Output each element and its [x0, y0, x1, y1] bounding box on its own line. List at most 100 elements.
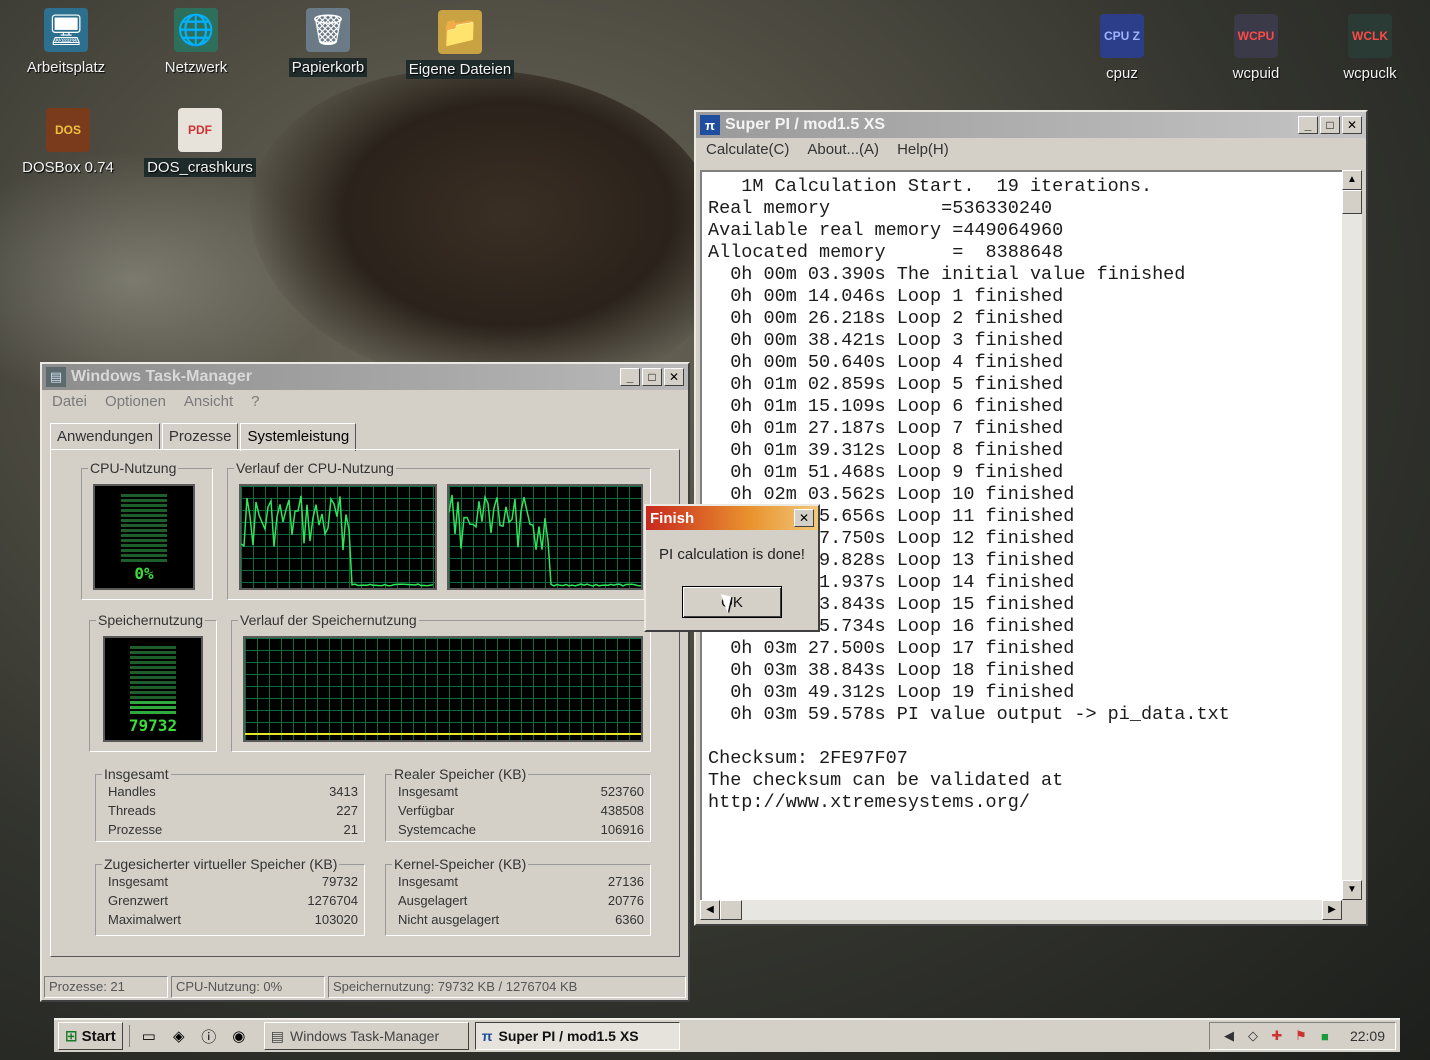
cpu-meter-value: 0%	[134, 564, 154, 583]
maximize-button[interactable]: □	[642, 368, 662, 386]
tab-prozesse[interactable]: Prozesse	[161, 423, 239, 449]
console-line: 0h 00m 26.218s Loop 2 finished	[708, 308, 1064, 329]
pi-icon: π	[481, 1028, 493, 1044]
desktop-icon-eigene-dateien[interactable]: 📁 Eigene Dateien	[400, 10, 520, 79]
wcpuid-icon: WCPU	[1234, 14, 1278, 58]
recycle-bin-icon: 🗑	[306, 8, 350, 52]
stat-row: Ausgelagert 20776	[398, 893, 644, 908]
stat-row: Nicht ausgelagert 6360	[398, 912, 644, 927]
taskmanager-window[interactable]: ▤ Windows Task-Manager _ □ ✕ Datei Optio…	[40, 362, 690, 1002]
window-title: Super PI / mod1.5 XS	[725, 116, 886, 133]
network-tray-icon[interactable]: ◇	[1244, 1027, 1262, 1045]
dialog-message: PI calculation is done!	[659, 546, 805, 563]
console-line: 0h 03m 59.578s PI value output -> pi_dat…	[708, 704, 1230, 725]
superpi-menubar: Calculate(C) About...(A) Help(H)	[696, 138, 1366, 161]
desktop-icon-label: DOS_crashkurs	[144, 158, 256, 177]
taskbar-button-taskmanager[interactable]: ▤ Windows Task-Manager	[263, 1022, 469, 1050]
taskmanager-icon: ▤	[46, 367, 66, 387]
menu-optionen[interactable]: Optionen	[105, 393, 166, 410]
stat-row: Maximalwert 103020	[108, 912, 358, 927]
tab-anwendungen[interactable]: Anwendungen	[50, 423, 160, 449]
dosbox-icon: DOS	[46, 108, 90, 152]
pi-icon: π	[700, 115, 720, 135]
minimize-button[interactable]: _	[1298, 116, 1318, 134]
desktop-icon-wcpuid[interactable]: WCPU wcpuid	[1196, 14, 1316, 83]
close-button[interactable]: ✕	[794, 509, 814, 527]
console-line: 0h 00m 38.421s Loop 3 finished	[708, 330, 1064, 351]
scroll-up-button[interactable]: ▲	[1342, 170, 1362, 190]
desktop-icon-label: cpuz	[1106, 65, 1138, 82]
menu-help[interactable]: Help(H)	[897, 141, 949, 158]
minimize-button[interactable]: _	[620, 368, 640, 386]
close-button[interactable]: ✕	[664, 368, 684, 386]
taskbar-button-label: Super PI / mod1.5 XS	[498, 1028, 639, 1044]
horizontal-scrollbar[interactable]: ◀ ▶	[700, 900, 1342, 920]
desktop-icon-dosbox[interactable]: DOS DOSBox 0.74	[8, 108, 128, 177]
desktop-icon-label: wcpuid	[1232, 65, 1280, 82]
console-line: 0h 01m 15.109s Loop 6 finished	[708, 396, 1064, 417]
show-desktop-icon[interactable]: ▭	[138, 1025, 160, 1047]
superpi-titlebar[interactable]: π Super PI / mod1.5 XS _ □ ✕	[696, 112, 1366, 138]
menu-about[interactable]: About...(A)	[807, 141, 879, 158]
window-title: Windows Task-Manager	[71, 368, 252, 385]
windows-logo-icon: ⊞	[65, 1028, 78, 1045]
clock[interactable]: 22:09	[1350, 1028, 1385, 1044]
mem-meter-value: 79732	[128, 716, 178, 735]
desktop-icon-netzwerk[interactable]: 🌐 Netzwerk	[136, 8, 256, 77]
performance-panel: CPU-Nutzung 0% Verlauf der CPU-Nutzung S…	[50, 449, 680, 957]
scroll-thumb[interactable]	[1342, 190, 1362, 214]
console-line: 1M Calculation Start. 19 iterations.	[708, 176, 1153, 197]
start-button[interactable]: ⊞ Start	[58, 1022, 123, 1050]
desktop-icon-label: Arbeitsplatz	[26, 59, 106, 76]
group-label: Verlauf der Speichernutzung	[240, 612, 417, 628]
group-label: Realer Speicher (KB)	[394, 766, 527, 782]
media-icon[interactable]: ◉	[228, 1025, 250, 1047]
console-line: 0h 00m 50.640s Loop 4 finished	[708, 352, 1064, 373]
taskbar-button-superpi[interactable]: π Super PI / mod1.5 XS	[474, 1022, 680, 1050]
taskmanager-statusbar: Prozesse: 21 CPU-Nutzung: 0% Speichernut…	[42, 974, 688, 1000]
menu-help[interactable]: ?	[251, 393, 259, 410]
stat-row: Systemcache 106916	[398, 822, 644, 837]
stat-row: Insgesamt 79732	[108, 874, 358, 889]
computer-icon: 🖥	[44, 8, 88, 52]
dialog-titlebar[interactable]: Finish ✕	[646, 506, 818, 530]
stat-row: Verfügbar 438508	[398, 803, 644, 818]
scroll-thumb[interactable]	[720, 900, 742, 920]
vertical-scrollbar[interactable]: ▲ ▼	[1342, 170, 1362, 900]
commit-memory-group: Zugesicherter virtueller Speicher (KB) I…	[95, 856, 365, 936]
scroll-left-button[interactable]: ◀	[700, 900, 720, 920]
scroll-down-button[interactable]: ▼	[1342, 880, 1362, 900]
taskmanager-titlebar[interactable]: ▤ Windows Task-Manager _ □ ✕	[42, 364, 688, 390]
close-button[interactable]: ✕	[1342, 116, 1362, 134]
stat-row: Insgesamt 523760	[398, 784, 644, 799]
menu-ansicht[interactable]: Ansicht	[184, 393, 233, 410]
kernel-memory-group: Kernel-Speicher (KB) Insgesamt 27136 Ausg…	[385, 856, 651, 936]
desktop-icon-arbeitsplatz[interactable]: 🖥 Arbeitsplatz	[6, 8, 126, 77]
desktop-icon-cpuz[interactable]: CPU Z cpuz	[1062, 14, 1182, 83]
console-line: 0h 02m 03.562s Loop 10 finished	[708, 484, 1075, 505]
maximize-button[interactable]: □	[1320, 116, 1340, 134]
folder-icon: 📁	[438, 10, 482, 54]
group-label: Speichernutzung	[98, 612, 204, 628]
console-line: 0h 03m 27.500s Loop 17 finished	[708, 638, 1075, 659]
desktop-icon-papierkorb[interactable]: 🗑 Papierkorb	[268, 8, 388, 77]
alert-tray-icon[interactable]: ⚑	[1292, 1027, 1310, 1045]
group-label: CPU-Nutzung	[90, 460, 177, 476]
menu-calculate[interactable]: Calculate(C)	[706, 141, 789, 158]
menu-datei[interactable]: Datei	[52, 393, 87, 410]
browser-icon[interactable]: ◈	[168, 1025, 190, 1047]
tab-systemleistung[interactable]: Systemleistung	[240, 423, 357, 451]
scroll-right-button[interactable]: ▶	[1322, 900, 1342, 920]
safely-remove-icon[interactable]: ✚	[1268, 1027, 1286, 1045]
desktop-icon-wcpuclk[interactable]: WCLK wcpuclk	[1310, 14, 1430, 83]
info-icon[interactable]: ⓘ	[198, 1025, 220, 1047]
finish-dialog[interactable]: Finish ✕ PI calculation is done! OK	[644, 504, 820, 632]
console-line: 0h 03m 49.312s Loop 19 finished	[708, 682, 1075, 703]
activity-tray-icon[interactable]: ■	[1316, 1027, 1334, 1045]
console-line: Real memory =536330240	[708, 198, 1053, 219]
cpu-meter-bars	[121, 494, 167, 562]
speaker-icon[interactable]: ◀	[1220, 1027, 1238, 1045]
desktop-icon-label: Papierkorb	[288, 58, 368, 77]
desktop-icon-label: Netzwerk	[164, 59, 228, 76]
desktop-icon-dos-crashkurs[interactable]: PDF DOS_crashkurs	[140, 108, 260, 177]
